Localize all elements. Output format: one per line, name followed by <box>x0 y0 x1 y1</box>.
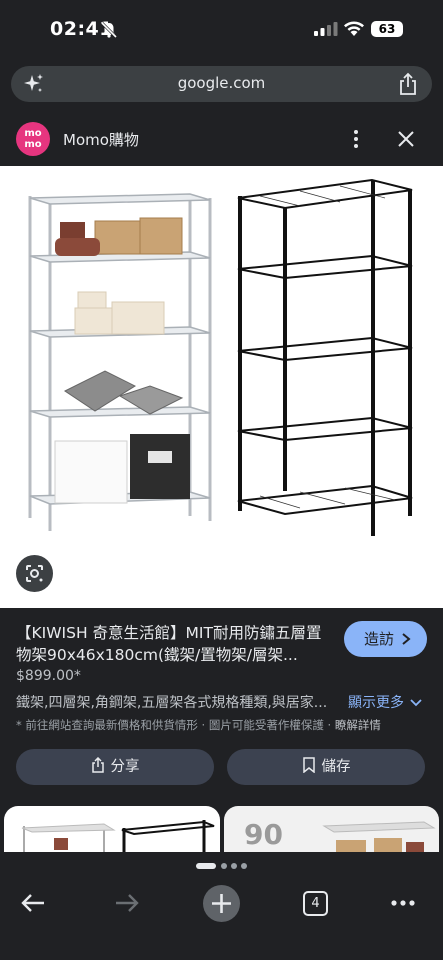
status-bar: 02:41 63 <box>0 0 443 60</box>
share-button[interactable]: 分享 <box>16 749 214 785</box>
arrow-back-icon[interactable] <box>20 892 46 914</box>
url-text[interactable]: google.com <box>11 74 432 92</box>
product-title[interactable]: 【KIWISH 奇意生活館】MIT耐用防鏽五層置物架90x46x180cm(鐵架… <box>16 622 332 666</box>
related-results: 90 <box>0 806 443 852</box>
chevron-right-icon <box>402 633 411 645</box>
momo-logo: mo mo <box>16 122 50 156</box>
source-header: mo mo Momo購物 <box>0 112 443 166</box>
related-card-image <box>322 821 436 852</box>
plus-icon <box>212 894 231 913</box>
bookmark-icon <box>302 757 315 773</box>
tab-switcher-button[interactable]: 4 <box>303 891 328 916</box>
bottom-toolbar: 4 <box>0 852 443 960</box>
share-icon <box>91 757 104 773</box>
share-icon[interactable] <box>398 72 418 96</box>
visit-label: 造訪 <box>364 630 395 648</box>
more-horiz-icon[interactable] <box>390 896 416 910</box>
learn-more-link[interactable]: 瞭解詳情 <box>335 718 381 732</box>
silent-bell-icon <box>100 21 118 39</box>
cellular-signal-icon <box>314 22 338 36</box>
product-image[interactable] <box>0 166 443 608</box>
visit-button[interactable]: 造訪 <box>344 621 427 657</box>
related-card-image <box>21 820 215 852</box>
disclaimer-text: * 前往網站查詢最新價格和供貨情形 · 圖片可能受著作權保護 · <box>16 718 335 732</box>
share-label: 分享 <box>110 759 140 775</box>
more-vert-icon[interactable] <box>348 128 364 150</box>
wifi-icon <box>344 21 364 36</box>
page-indicator <box>196 863 247 869</box>
save-label: 儲存 <box>321 759 351 775</box>
close-icon[interactable] <box>396 129 416 149</box>
source-name: Momo購物 <box>63 131 139 149</box>
new-tab-button[interactable] <box>203 885 240 922</box>
show-more-link[interactable]: 顯示更多 <box>348 692 404 712</box>
battery-indicator: 63 <box>371 21 403 37</box>
lens-icon <box>26 565 43 582</box>
chevron-down-icon[interactable] <box>410 699 422 707</box>
product-description: 鐵架,四層架,角鋼架,五層架各式規格種類,與居家... <box>16 695 328 711</box>
related-card[interactable]: 90 <box>224 806 439 852</box>
disclaimer: * 前往網站查詢最新價格和供貨情形 · 圖片可能受著作權保護 · 瞭解詳情 <box>16 717 381 733</box>
shelf-illustration <box>28 178 413 536</box>
lens-button[interactable] <box>16 555 53 592</box>
save-button[interactable]: 儲存 <box>227 749 425 785</box>
related-card[interactable] <box>4 806 220 852</box>
product-info: 【KIWISH 奇意生活館】MIT耐用防鏽五層置物架90x46x180cm(鐵架… <box>0 608 443 806</box>
arrow-forward-icon[interactable] <box>114 892 140 914</box>
product-price: $899.00* <box>16 668 81 684</box>
address-bar[interactable]: google.com <box>11 66 432 102</box>
